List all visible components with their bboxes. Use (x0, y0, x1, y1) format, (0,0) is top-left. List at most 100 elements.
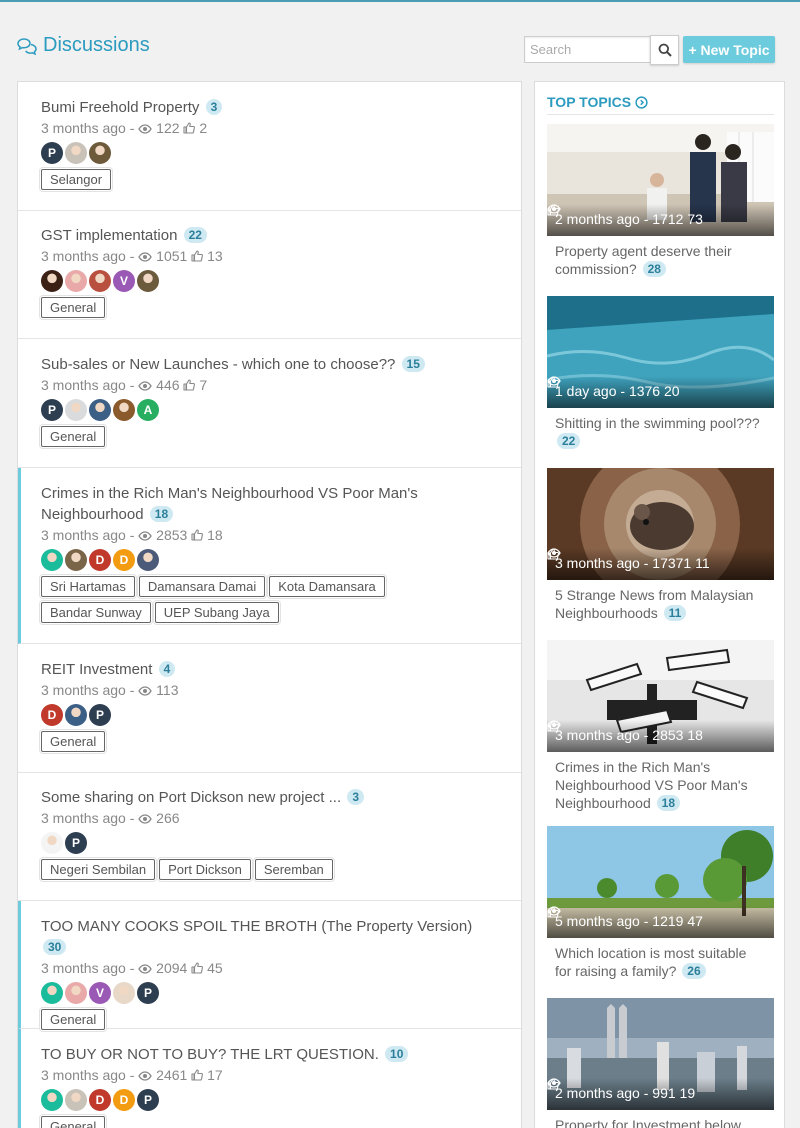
thumbs-up-icon (183, 379, 196, 391)
top-topic-card[interactable]: 5 months ago - 1219 47 Which location is … (547, 826, 774, 980)
topic-row[interactable]: TO BUY OR NOT TO BUY? THE LRT QUESTION. … (18, 1029, 521, 1128)
page-header: Discussions + New Topic (0, 2, 800, 76)
tag[interactable]: Sri Hartamas (41, 576, 135, 597)
reply-count-badge: 22 (183, 227, 207, 243)
top-topic-card[interactable]: 2 months ago - 991 19 Property for Invest… (547, 998, 774, 1128)
top-topic-image[interactable]: 2 months ago - 991 19 (547, 998, 774, 1110)
view-count: 2853 (156, 527, 188, 543)
avatar[interactable]: D (41, 704, 63, 726)
topic-list: Bumi Freehold Property 33 months ago - 1… (17, 81, 522, 1128)
tag[interactable]: General (41, 297, 106, 318)
topic-row[interactable]: GST implementation 22 3 months ago - 1051… (18, 210, 521, 339)
avatar[interactable]: P (41, 142, 63, 164)
avatar[interactable] (113, 982, 135, 1004)
avatar[interactable]: D (113, 1089, 135, 1111)
top-topic-image[interactable]: 3 months ago - 17371 11 (547, 468, 774, 580)
avatar[interactable]: P (65, 832, 87, 854)
topic-title[interactable]: Crimes in the Rich Man's Neighbourhood V… (41, 483, 498, 525)
tag[interactable]: Kota Damansara (269, 576, 385, 597)
avatar[interactable]: P (41, 399, 63, 421)
top-topic-title-text: Which location is most suitable for rais… (555, 945, 747, 979)
avatar[interactable]: P (137, 1089, 159, 1111)
search-input[interactable] (524, 36, 650, 63)
avatar[interactable] (41, 832, 63, 854)
top-topic-image[interactable]: 3 months ago - 2853 18 (547, 640, 774, 752)
thumbs-up-icon (547, 1078, 559, 1090)
avatar-initial: P (47, 146, 56, 160)
topic-title[interactable]: GST implementation 22 (41, 225, 498, 246)
avatar[interactable] (41, 982, 63, 1004)
tag[interactable]: Selangor (41, 169, 112, 190)
eye-icon (138, 1071, 153, 1081)
topic-row[interactable]: Some sharing on Port Dickson new project… (18, 772, 521, 901)
avatar[interactable] (41, 1089, 63, 1111)
avatar[interactable] (41, 549, 63, 571)
tag[interactable]: Bandar Sunway (41, 602, 151, 623)
avatar[interactable]: D (113, 549, 135, 571)
topic-title[interactable]: Bumi Freehold Property 3 (41, 97, 498, 118)
topic-title[interactable]: Sub-sales or New Launches - which one to… (41, 354, 498, 375)
participant-avatars: P (41, 142, 498, 164)
avatar[interactable] (65, 704, 87, 726)
avatar[interactable] (65, 142, 87, 164)
avatar[interactable]: D (89, 1089, 111, 1111)
top-topic-card[interactable]: 2 months ago - 1712 73 Property agent des… (547, 124, 774, 278)
topic-title[interactable]: REIT Investment 4 (41, 659, 498, 680)
topic-row[interactable]: TOO MANY COOKS SPOIL THE BROTH (The Prop… (18, 901, 521, 1030)
top-topic-title[interactable]: Which location is most suitable for rais… (547, 938, 774, 980)
avatar[interactable] (65, 549, 87, 571)
topic-title[interactable]: TO BUY OR NOT TO BUY? THE LRT QUESTION. … (41, 1044, 498, 1065)
tag[interactable]: General (41, 731, 106, 752)
top-topic-image[interactable]: 1 day ago - 1376 20 (547, 296, 774, 408)
topic-title[interactable]: Some sharing on Port Dickson new project… (41, 787, 498, 808)
avatar[interactable] (137, 549, 159, 571)
tag[interactable]: General (41, 1009, 106, 1030)
avatar[interactable]: D (89, 549, 111, 571)
top-topic-title[interactable]: Property for Investment below 300K 25 (547, 1110, 774, 1128)
avatar[interactable]: V (89, 982, 111, 1004)
avatar[interactable]: P (137, 982, 159, 1004)
topic-time: 3 months ago - (41, 682, 135, 698)
topic-row[interactable]: Bumi Freehold Property 33 months ago - 1… (18, 82, 521, 211)
top-topic-title[interactable]: 5 Strange News from Malaysian Neighbourh… (547, 580, 774, 622)
top-topic-title[interactable]: Crimes in the Rich Man's Neighbourhood V… (547, 752, 774, 812)
tag[interactable]: Port Dickson (159, 859, 251, 880)
top-topic-card[interactable]: 1 day ago - 1376 20 Shitting in the swimm… (547, 296, 774, 450)
avatar[interactable]: P (89, 704, 111, 726)
tag[interactable]: Damansara Damai (138, 576, 266, 597)
topic-row[interactable]: Crimes in the Rich Man's Neighbourhood V… (18, 468, 521, 644)
avatar[interactable] (65, 1089, 87, 1111)
avatar[interactable] (89, 270, 111, 292)
tag[interactable]: UEP Subang Jaya (154, 602, 279, 623)
avatar[interactable] (41, 270, 63, 292)
avatar[interactable] (89, 399, 111, 421)
avatar[interactable] (89, 142, 111, 164)
top-topics-heading-text: TOP TOPICS (547, 94, 632, 110)
search-button[interactable] (650, 35, 679, 65)
avatar[interactable] (137, 270, 159, 292)
top-topic-title[interactable]: Property agent deserve their commission?… (547, 236, 774, 278)
top-topic-card[interactable]: 3 months ago - 2853 18 Crimes in the Rich… (547, 640, 774, 812)
avatar[interactable] (113, 399, 135, 421)
avatar[interactable] (65, 270, 87, 292)
top-topic-title[interactable]: Shitting in the swimming pool??? 22 (547, 408, 774, 450)
avatar-initial: P (143, 986, 152, 1000)
topic-row[interactable]: REIT Investment 43 months ago - 113 D P Gen… (18, 644, 521, 773)
top-topic-card[interactable]: 3 months ago - 17371 11 5 Strange News fr… (547, 468, 774, 622)
topic-title[interactable]: TOO MANY COOKS SPOIL THE BROTH (The Prop… (41, 916, 498, 958)
avatar[interactable] (65, 982, 87, 1004)
new-topic-button[interactable]: + New Topic (683, 36, 775, 63)
avatar[interactable]: A (137, 399, 159, 421)
tag[interactable]: General (41, 426, 106, 447)
tag[interactable]: General (41, 1116, 106, 1128)
circle-arrow-icon[interactable] (635, 95, 648, 109)
top-topic-image[interactable]: 5 months ago - 1219 47 (547, 826, 774, 938)
topic-time: 3 months ago - (41, 377, 135, 393)
top-topic-image[interactable]: 2 months ago - 1712 73 (547, 124, 774, 236)
avatar[interactable]: V (113, 270, 135, 292)
tag[interactable]: Negeri Sembilan (41, 859, 156, 880)
view-count: 991 (652, 1085, 676, 1101)
tag[interactable]: Seremban (254, 859, 333, 880)
topic-row[interactable]: Sub-sales or New Launches - which one to… (18, 339, 521, 468)
avatar[interactable] (65, 399, 87, 421)
